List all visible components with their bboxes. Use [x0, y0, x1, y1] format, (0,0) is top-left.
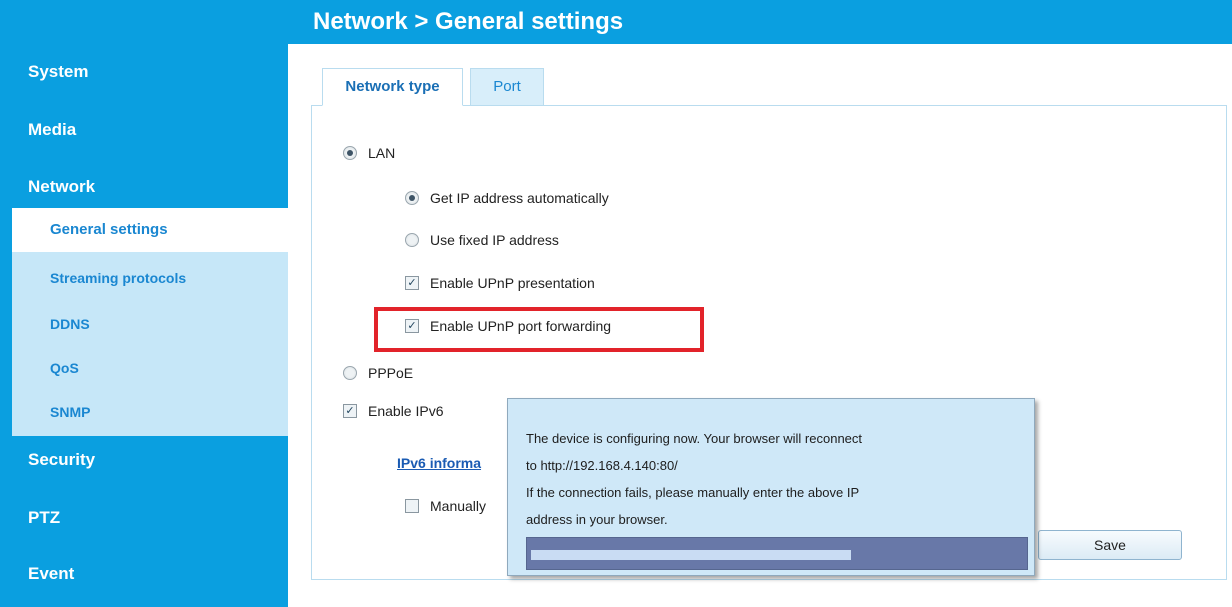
dialog-message-line-2: to http://192.168.4.140:80/ [526, 458, 678, 473]
dialog-message-line-4: address in your browser. [526, 512, 668, 527]
tab-port[interactable]: Port [470, 68, 544, 106]
use-fixed-ip-option[interactable]: Use fixed IP address [405, 232, 559, 248]
lan-radio[interactable] [343, 146, 357, 160]
get-ip-auto-option[interactable]: Get IP address automatically [405, 190, 609, 206]
get-ip-auto-radio[interactable] [405, 191, 419, 205]
page-title: Network > General settings [313, 8, 624, 35]
enable-upnp-presentation-checkbox[interactable]: ✓ [405, 276, 419, 290]
lan-option[interactable]: LAN [343, 145, 395, 161]
reconnect-dialog: The device is configuring now. Your brow… [507, 398, 1035, 576]
save-button[interactable]: Save [1038, 530, 1182, 560]
enable-ipv6-option[interactable]: ✓ Enable IPv6 [343, 403, 444, 419]
enable-upnp-port-forwarding-checkbox[interactable]: ✓ [405, 319, 419, 333]
enable-upnp-presentation-label: Enable UPnP presentation [430, 275, 595, 291]
sidebar-item-system[interactable]: System [0, 62, 288, 82]
header-bar: Network > General settings [0, 0, 1232, 44]
sidebar-item-security[interactable]: Security [0, 450, 288, 470]
sidebar-subitem-streaming-protocols[interactable]: Streaming protocols [12, 270, 288, 286]
manually-checkbox[interactable] [405, 499, 419, 513]
get-ip-auto-label: Get IP address automatically [430, 190, 609, 206]
sidebar-subitem-snmp[interactable]: SNMP [12, 404, 288, 420]
pppoe-radio[interactable] [343, 366, 357, 380]
pppoe-label: PPPoE [368, 365, 414, 381]
use-fixed-ip-radio[interactable] [405, 233, 419, 247]
progress-bar [526, 537, 1028, 570]
ipv6-info-row: IPv6 informa [397, 455, 481, 471]
sidebar-subitem-general-settings[interactable]: General settings [12, 208, 288, 252]
sidebar-item-media[interactable]: Media [0, 120, 288, 140]
ipv6-information-link[interactable]: IPv6 informa [397, 455, 481, 471]
enable-ipv6-checkbox[interactable]: ✓ [343, 404, 357, 418]
manually-option[interactable]: Manually [405, 498, 486, 514]
sidebar-item-event[interactable]: Event [0, 564, 288, 584]
enable-ipv6-label: Enable IPv6 [368, 403, 444, 419]
sidebar-item-network[interactable]: Network [0, 177, 288, 197]
sidebar-subitem-qos[interactable]: QoS [12, 360, 288, 376]
enable-upnp-port-forwarding-option[interactable]: ✓ Enable UPnP port forwarding [405, 318, 611, 334]
sidebar-item-ptz[interactable]: PTZ [0, 508, 288, 528]
manually-label: Manually [430, 498, 487, 514]
dialog-message-line-1: The device is configuring now. Your brow… [526, 431, 863, 446]
use-fixed-ip-label: Use fixed IP address [430, 232, 559, 248]
sidebar: System Media Network General settings St… [0, 44, 288, 607]
pppoe-option[interactable]: PPPoE [343, 365, 413, 381]
sidebar-subitem-ddns[interactable]: DDNS [12, 316, 288, 332]
dialog-message-line-3: If the connection fails, please manually… [526, 485, 860, 500]
lan-label: LAN [368, 145, 396, 161]
enable-upnp-presentation-option[interactable]: ✓ Enable UPnP presentation [405, 275, 595, 291]
enable-upnp-port-forwarding-label: Enable UPnP port forwarding [430, 318, 612, 334]
network-submenu: General settings Streaming protocols DDN… [12, 208, 288, 436]
tab-network-type[interactable]: Network type [322, 68, 463, 106]
progress-fill [531, 550, 851, 560]
